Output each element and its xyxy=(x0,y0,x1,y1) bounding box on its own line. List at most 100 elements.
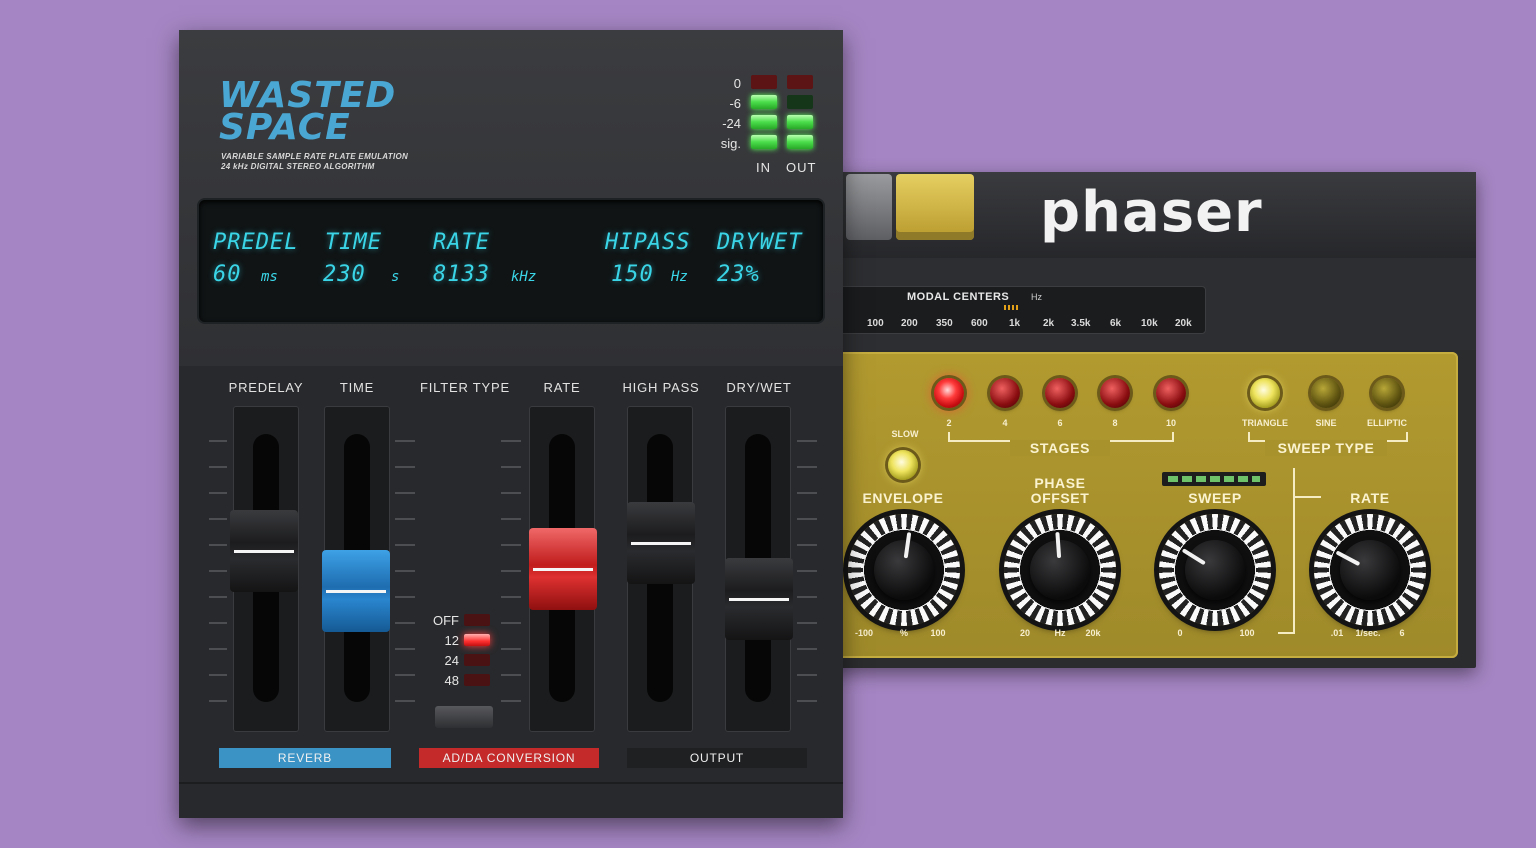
sweep-triangle-button[interactable] xyxy=(1250,378,1280,408)
out-meter-0 xyxy=(787,75,813,89)
modal-centers-unit: Hz xyxy=(1031,292,1042,302)
lcd-display: PREDEL TIME RATE HIPASS DRYWET 60 ms 230… xyxy=(199,200,823,322)
sweep-label: SWEEP xyxy=(1188,490,1242,506)
modal-freq-label: 20k xyxy=(1175,318,1192,329)
dry-wet-label: DRY/WET xyxy=(726,380,792,395)
stage-label: 10 xyxy=(1165,418,1176,428)
modal-freq-label: 600 xyxy=(971,318,988,329)
handle-line xyxy=(729,598,789,601)
stage-2-button[interactable] xyxy=(934,378,964,408)
lcd-header-time: TIME xyxy=(325,230,382,255)
lcd-value-drywet: 23% xyxy=(717,262,760,287)
filter-option-label: 48 xyxy=(444,673,459,688)
slow-label: SLOW xyxy=(891,429,919,439)
envelope-knob[interactable] xyxy=(848,514,960,626)
envelope-label: ENVELOPE xyxy=(862,490,944,506)
modal-freq-label: 100 xyxy=(867,318,884,329)
reverb-section-label: REVERB xyxy=(219,748,391,768)
in-meter-6 xyxy=(751,95,777,109)
modal-freq-label: 10k xyxy=(1141,318,1158,329)
phase-offset-label: OFFSET xyxy=(1030,490,1090,506)
bottom-divider xyxy=(179,782,843,784)
rate-divider-top xyxy=(1293,496,1321,498)
envelope-unit: % xyxy=(899,628,908,638)
rate-divider xyxy=(1293,468,1295,634)
phase-offset-label: PHASE xyxy=(1034,475,1086,491)
lcd-value-rate: 8133 xyxy=(433,262,490,287)
phaser-plugin-window: phaser MODAL CENTERS Hz 100 200 350 600 … xyxy=(790,172,1476,668)
phase-offset-max: 20k xyxy=(1085,628,1101,638)
sweep-min: 0 xyxy=(1177,628,1183,638)
wasted-space-header: WASTED SPACE VARIABLE SAMPLE RATE PLATE … xyxy=(179,30,843,366)
stage-10-button[interactable] xyxy=(1156,378,1186,408)
modal-freq-label: 350 xyxy=(936,318,953,329)
out-meter-24 xyxy=(787,115,813,129)
stage-label: 6 xyxy=(1057,418,1063,428)
meter-level-label: -24 xyxy=(722,116,741,131)
filter-option-label: 24 xyxy=(444,653,459,668)
sweep-elliptic-button[interactable] xyxy=(1372,378,1402,408)
modal-freq-label: 6k xyxy=(1110,318,1122,329)
meter-level-label: -6 xyxy=(729,96,741,111)
sweep-type-label: SWEEP TYPE xyxy=(1265,440,1387,456)
phase-offset-knob[interactable] xyxy=(1004,514,1116,626)
time-label: TIME xyxy=(339,380,375,395)
handle-line xyxy=(631,542,691,545)
lcd-header-predel: PREDEL xyxy=(213,230,299,255)
modal-freq-label: 3.5k xyxy=(1071,318,1091,329)
tick-marks xyxy=(395,440,415,710)
dry-wet-slider-handle[interactable] xyxy=(725,558,793,640)
filter-type-button[interactable] xyxy=(435,706,493,728)
sweep-knob[interactable] xyxy=(1159,514,1271,626)
sweep-meter-leds xyxy=(1168,476,1260,482)
modal-centers-title: MODAL CENTERS xyxy=(907,291,1010,303)
stage-label: 8 xyxy=(1112,418,1118,428)
sweep-type-option-label: TRIANGLE xyxy=(1242,418,1288,428)
sweep-meter xyxy=(1162,472,1266,486)
phase-offset-unit: Hz xyxy=(1054,628,1066,638)
rate-knob[interactable] xyxy=(1314,514,1426,626)
handle-line xyxy=(533,568,593,571)
subtitle-line-2: 24 kHz DIGITAL STEREO ALGORITHM xyxy=(221,162,375,171)
filter-24-led xyxy=(464,654,490,666)
filter-12-led xyxy=(464,634,490,646)
stages-label: STAGES xyxy=(1010,440,1110,456)
phase-offset-min: 20 xyxy=(1019,628,1030,638)
stage-4-button[interactable] xyxy=(990,378,1020,408)
sweep-sine-button[interactable] xyxy=(1311,378,1341,408)
slow-toggle-button[interactable] xyxy=(888,450,918,480)
sweep-type-option-label: ELLIPTIC xyxy=(1367,418,1407,428)
lcd-unit-time: s xyxy=(391,269,400,285)
time-slider-handle[interactable] xyxy=(322,550,390,632)
tick-marks xyxy=(797,440,817,710)
in-meter-0 xyxy=(751,75,777,89)
meter-level-label: sig. xyxy=(720,136,741,151)
filter-option-label: 12 xyxy=(444,633,459,648)
rate-unit: 1/sec. xyxy=(1355,628,1381,638)
rate-knob-cap xyxy=(1340,540,1400,600)
lcd-unit-hipass: Hz xyxy=(671,269,688,285)
in-meter-sig xyxy=(751,135,777,149)
predelay-slider-handle[interactable] xyxy=(230,510,298,592)
gold-tab[interactable] xyxy=(896,174,974,240)
tick-marks xyxy=(501,440,521,710)
modal-freq-label: 1k xyxy=(1009,318,1021,329)
sweep-type-option-label: SINE xyxy=(1315,418,1337,428)
phaser-title: phaser xyxy=(1040,180,1263,245)
rate-slider-handle[interactable] xyxy=(529,528,597,610)
logo-space: SPACE xyxy=(219,107,351,148)
high-pass-slider-handle[interactable] xyxy=(627,502,695,584)
filter-option-label: OFF xyxy=(433,613,459,628)
stage-label: 4 xyxy=(1002,418,1008,428)
lcd-value-hipass: 150 xyxy=(611,262,654,287)
in-meter-24 xyxy=(751,115,777,129)
stage-8-button[interactable] xyxy=(1100,378,1130,408)
out-meter-6 xyxy=(787,95,813,109)
stage-6-button[interactable] xyxy=(1045,378,1075,408)
filter-48-led xyxy=(464,674,490,686)
lcd-unit-rate: kHz xyxy=(511,269,537,285)
silver-tab[interactable] xyxy=(846,174,892,240)
high-pass-label: HIGH PASS xyxy=(622,380,700,395)
envelope-min: -100 xyxy=(854,628,873,638)
wasted-space-plugin-window: WASTED SPACE VARIABLE SAMPLE RATE PLATE … xyxy=(179,30,843,818)
